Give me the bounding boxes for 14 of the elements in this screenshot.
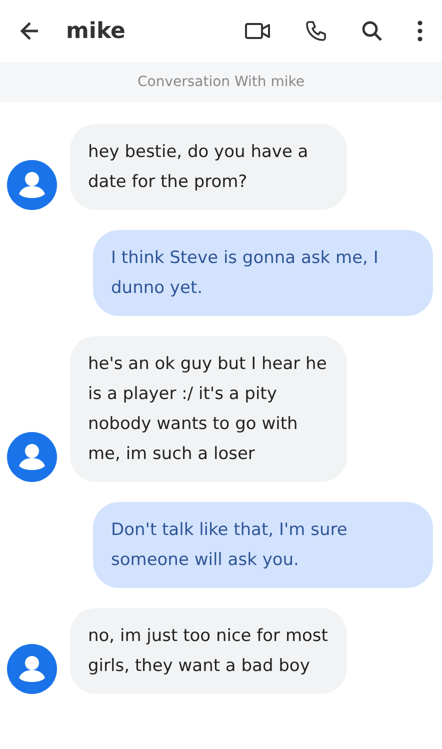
message-bubble: he's an ok guy but I hear he is a player :/ it's a pity nobody wants to go with me, im such a loser <box>70 336 347 482</box>
phone-icon[interactable] <box>304 19 328 43</box>
message-bubble: I think Steve is gonna ask me, I dunno yet. <box>93 230 433 316</box>
avatar-icon <box>7 432 57 482</box>
video-call-icon[interactable] <box>244 20 272 42</box>
conversation-banner: Conversation With mike <box>0 62 442 102</box>
avatar-icon <box>7 644 57 694</box>
message-bubble: no, im just too nice for most girls, they want a bad boy <box>70 608 347 694</box>
message-bubble: hey bestie, do you have a date for the prom? <box>70 124 347 210</box>
search-icon[interactable] <box>360 19 384 43</box>
avatar-icon <box>7 160 57 210</box>
more-icon[interactable] <box>416 20 424 42</box>
message-bubble: Don't talk like that, I'm sure someone will ask you. <box>93 502 433 588</box>
contact-name: mike <box>66 18 126 44</box>
